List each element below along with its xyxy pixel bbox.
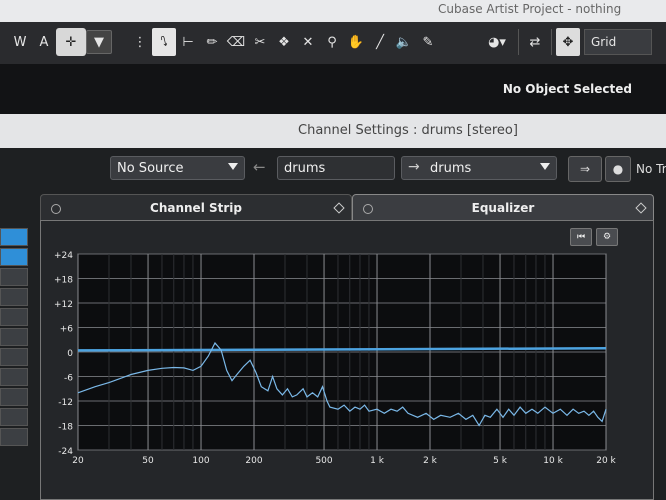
title-strip: Cubase Artist Project - nothing — [0, 0, 666, 22]
range-tool-icon[interactable]: ⊢ — [176, 28, 200, 56]
toolbar: W A ✛ ▼ ⋮ ⭛ ⊢ ✏ ⌫ ✂ ❖ ✕ ⚲ ✋ ╱ 🔈 ✎ ◕▾ ⇄ ✥… — [0, 22, 666, 65]
x-tick-label: 200 — [245, 456, 262, 466]
y-tick-label: 0 — [67, 349, 73, 359]
x-tick-label: 5 k — [493, 456, 508, 466]
window-title: Cubase Artist Project - nothing — [438, 2, 622, 16]
zoom-tool-icon[interactable]: ⚲ — [320, 28, 344, 56]
left-dropdown-button[interactable] — [0, 248, 28, 266]
snap-icon[interactable]: ⇄ — [523, 28, 547, 56]
tab-channel-strip-label: Channel Strip — [150, 200, 242, 215]
color-tool-icon[interactable]: ✎ — [416, 28, 440, 56]
y-tick-label: -12 — [58, 398, 73, 408]
y-tick-label: +12 — [54, 300, 73, 310]
speaker-tool-icon[interactable]: 🔈 — [392, 28, 416, 56]
routing-row: No Source ← drums → drums ⇒ ● No Tr — [0, 154, 666, 184]
y-tick-label: -6 — [64, 374, 73, 384]
left-slot[interactable] — [0, 308, 28, 326]
rewind-icon[interactable]: ⏮ — [570, 228, 592, 246]
tab-equalizer-label: Equalizer — [471, 200, 535, 215]
track-preset-label: No Tr — [636, 162, 666, 176]
gear-icon[interactable]: ⚙ — [596, 228, 618, 246]
x-tick-label: 20 — [72, 456, 84, 466]
channel-settings-title: Channel Settings : drums [stereo] — [298, 123, 518, 138]
diamond-icon — [635, 202, 647, 214]
glue-tool-icon[interactable]: ❖ — [272, 28, 296, 56]
left-slot[interactable] — [0, 268, 28, 286]
x-tick-label: 100 — [192, 456, 209, 466]
presets-icon[interactable]: ● — [605, 156, 631, 182]
arrow-left-icon: ← — [253, 158, 266, 176]
input-source-select[interactable]: No Source — [110, 156, 245, 180]
y-tick-label: +6 — [60, 325, 74, 335]
pencil-tool-icon[interactable]: ✏ — [200, 28, 224, 56]
toolbar-divider — [518, 29, 519, 55]
routing-button-icon[interactable]: ⇒ — [568, 156, 602, 182]
left-slot[interactable] — [0, 388, 28, 406]
left-slot[interactable] — [0, 368, 28, 386]
write-automation-button[interactable]: W — [8, 28, 32, 56]
x-tick-label: 500 — [315, 456, 332, 466]
tab-indicator-icon — [51, 204, 61, 214]
output-routing-value: drums — [430, 160, 472, 176]
automation-mode-icon[interactable]: ✛ — [56, 28, 86, 56]
eraser-tool-icon[interactable]: ⌫ — [224, 28, 248, 56]
channel-name-field[interactable]: drums — [277, 156, 395, 180]
input-source-value: No Source — [117, 160, 184, 176]
channel-name-value: drums — [284, 160, 326, 176]
y-tick-label: -18 — [58, 423, 73, 433]
grip-icon: ⋮ — [133, 34, 147, 50]
left-slot[interactable] — [0, 328, 28, 346]
arrow-right-icon: → — [408, 159, 420, 175]
color-palette-icon[interactable]: ◕▾ — [480, 28, 514, 56]
left-slot[interactable] — [0, 428, 28, 446]
grid-type-select[interactable]: Grid — [584, 29, 652, 55]
info-line: No Object Selected — [0, 64, 666, 114]
hand-tool-icon[interactable]: ✋ — [344, 28, 368, 56]
left-dropdown-button[interactable] — [0, 228, 28, 246]
x-tick-label: 50 — [142, 456, 154, 466]
scissors-tool-icon[interactable]: ✂ — [248, 28, 272, 56]
x-tick-label: 20 k — [596, 456, 616, 466]
mute-tool-icon[interactable]: ✕ — [296, 28, 320, 56]
arrow-tool-icon[interactable]: ⭛ — [152, 28, 176, 56]
chevron-down-icon — [540, 163, 550, 170]
grid-type-label: Grid — [591, 35, 617, 49]
toolbar-divider — [551, 29, 552, 55]
tab-channel-strip[interactable]: Channel Strip — [40, 194, 352, 220]
tool-palette: ⋮ ⭛ ⊢ ✏ ⌫ ✂ ❖ ✕ ⚲ ✋ ╱ 🔈 ✎ — [128, 28, 440, 56]
chevron-down-icon — [228, 163, 238, 170]
left-slot[interactable] — [0, 408, 28, 426]
diamond-icon — [333, 202, 345, 214]
toolbar-group-right: ◕▾ ⇄ ✥ Grid — [480, 28, 652, 56]
left-slot[interactable] — [0, 348, 28, 366]
snap-on-icon[interactable]: ✥ — [556, 28, 580, 56]
chevron-down-icon[interactable]: ▼ — [86, 30, 112, 54]
toolbar-group-left: W A ✛ ▼ — [8, 28, 112, 56]
settings-tabs: Channel Strip Equalizer — [40, 190, 654, 220]
tab-indicator-icon — [363, 204, 373, 214]
tab-equalizer[interactable]: Equalizer — [352, 194, 654, 220]
y-tick-label: +18 — [54, 276, 73, 286]
output-routing-select[interactable]: → drums — [401, 156, 557, 180]
channel-settings-window: No Source ← drums → drums ⇒ ● No Tr Chan… — [0, 148, 666, 500]
x-tick-label: 2 k — [423, 456, 438, 466]
channel-settings-titlebar: Channel Settings : drums [stereo] — [0, 114, 666, 148]
line-tool-icon[interactable]: ╱ — [368, 28, 392, 56]
no-object-selected-label: No Object Selected — [502, 82, 632, 96]
y-tick-label: +24 — [54, 251, 73, 261]
left-slot[interactable] — [0, 288, 28, 306]
y-tick-label: -24 — [58, 447, 73, 457]
x-tick-label: 10 k — [543, 456, 563, 466]
x-tick-label: 1 k — [370, 456, 385, 466]
read-automation-button[interactable]: A — [32, 28, 56, 56]
eq-curve-display[interactable]: +24 +18 +12 +6 0 -6 -12 -18 -2420 50 100 200 500 1 k 2… — [46, 248, 618, 470]
left-controls — [0, 228, 30, 500]
